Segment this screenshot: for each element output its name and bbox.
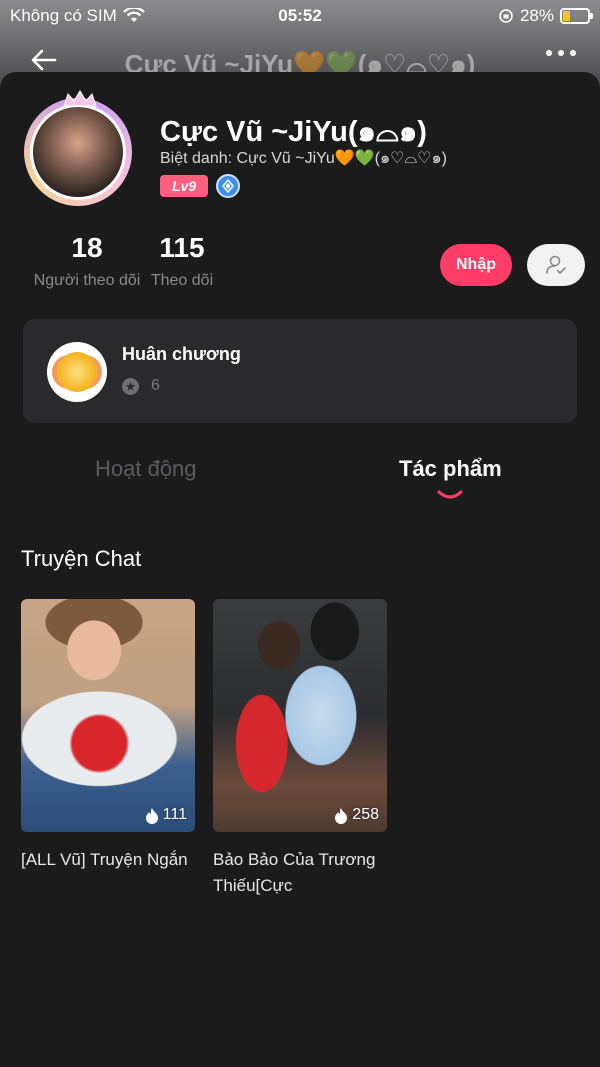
- story-views: 111: [145, 806, 187, 824]
- more-dot: [570, 50, 576, 56]
- more-dot: [558, 50, 564, 56]
- medal-count-row: 6: [122, 377, 160, 395]
- story-cover: 258: [213, 599, 387, 832]
- more-dot: [546, 50, 552, 56]
- battery-icon: [560, 8, 593, 24]
- rotation-lock-icon: [499, 9, 513, 23]
- story-card[interactable]: 258 Bảo Bảo Của Trương Thiếu[Cực: [213, 599, 387, 899]
- carrier-label: Không có SIM: [10, 6, 117, 25]
- tab-active-indicator: [437, 490, 463, 499]
- medal-icon: [47, 342, 107, 402]
- status-right: 28%: [498, 6, 593, 26]
- section-title: Truyện Chat: [21, 546, 142, 571]
- badges: Lv9: [160, 174, 241, 198]
- battery-percent: 28%: [519, 6, 554, 25]
- avatar-frame: [24, 98, 132, 206]
- battery-fill: [563, 11, 570, 21]
- arrow-left-icon: [31, 49, 57, 71]
- fire-icon: [335, 807, 348, 824]
- tab-works[interactable]: Tác phẩm: [399, 456, 502, 482]
- tab-activity[interactable]: Hoạt động: [95, 456, 197, 482]
- story-cover: 111: [21, 599, 195, 832]
- avatar-photo: [30, 104, 126, 200]
- followers-count: 18: [71, 232, 103, 263]
- story-views-count: 111: [162, 806, 187, 823]
- level-badge[interactable]: Lv9: [160, 175, 209, 197]
- status-bar: Không có SIM 05:52 28%: [0, 0, 600, 32]
- profile-nickname: Biệt danh: Cực Vũ ~JiYu🧡💚(๑♡⌓♡๑): [160, 150, 447, 167]
- crown-icon: [63, 90, 97, 107]
- wifi-icon: [122, 8, 145, 22]
- chat-button[interactable]: Nhập: [440, 244, 512, 286]
- following-count: 115: [159, 232, 205, 263]
- story-views: 258: [334, 806, 379, 824]
- story-title: Bảo Bảo Của Trương Thiếu[Cực: [213, 850, 376, 895]
- user-check-icon: [546, 255, 566, 274]
- more-dots-icon[interactable]: [546, 50, 576, 56]
- status-left: Không có SIM: [10, 6, 145, 26]
- star-icon: [122, 377, 139, 395]
- followers-stat[interactable]: 18 Người theo dõi: [28, 232, 146, 290]
- profile-panel: Cực Vũ ~JiYu(๑⌓๑) Biệt danh: Cực Vũ ~JiY…: [0, 72, 600, 1067]
- star-glyph: [125, 381, 136, 391]
- following-label: Theo dõi: [150, 272, 214, 289]
- medal-title: Huân chương: [122, 344, 241, 364]
- stats: 18 Người theo dõi 115 Theo dõi: [28, 232, 218, 290]
- followers-label: Người theo dõi: [33, 272, 141, 289]
- following-stat[interactable]: 115 Theo dõi: [146, 232, 218, 290]
- fire-icon: [145, 807, 158, 824]
- story-views-count: 258: [352, 806, 379, 823]
- follow-status-button[interactable]: [527, 244, 585, 286]
- medal-card[interactable]: Huân chương 6: [23, 319, 577, 423]
- profile-tabs: Hoạt động Tác phẩm: [0, 456, 600, 506]
- story-card[interactable]: 111 [ALL Vũ] Truyện Ngắn: [21, 599, 195, 873]
- medal-count: 6: [151, 377, 160, 394]
- story-title: [ALL Vũ] Truyện Ngắn: [21, 850, 188, 869]
- avatar[interactable]: [20, 90, 140, 212]
- diamond-badge-icon[interactable]: [216, 174, 241, 198]
- medal-emblem: [57, 352, 97, 392]
- diamond-icon: [222, 179, 235, 193]
